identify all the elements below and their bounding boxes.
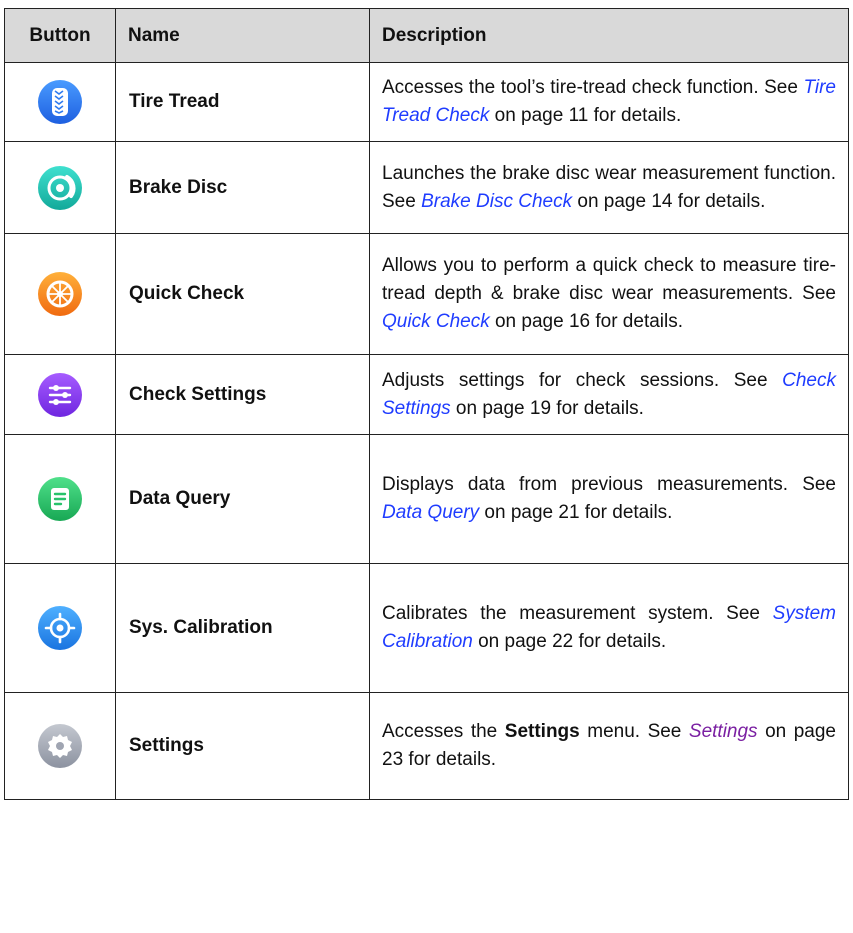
- row-description: Launches the brake disc wear measurement…: [369, 141, 849, 234]
- row-name: Settings: [115, 692, 370, 800]
- tire-tread-icon[interactable]: [37, 79, 83, 125]
- row-name: Tire Tread: [115, 62, 370, 142]
- table-row: Brake Disc Launches the brake disc wear …: [4, 141, 849, 234]
- button-description-table: Button Name Description Tire Tread Acces…: [4, 8, 849, 800]
- table-row: Tire Tread Accesses the tool’s tire-trea…: [4, 62, 849, 142]
- row-name: Quick Check: [115, 233, 370, 355]
- row-name: Check Settings: [115, 354, 370, 435]
- row-name: Data Query: [115, 434, 370, 564]
- row-description: Adjusts settings for check sessions. See…: [369, 354, 849, 435]
- row-description: Accesses the tool’s tire-tread check fun…: [369, 62, 849, 142]
- sys-calibration-icon[interactable]: [37, 605, 83, 651]
- doc-link[interactable]: Settings: [689, 721, 758, 742]
- brake-disc-icon[interactable]: [37, 165, 83, 211]
- header-description: Description: [369, 8, 849, 63]
- header-button: Button: [4, 8, 116, 63]
- table-row: Check Settings Adjusts settings for chec…: [4, 354, 849, 435]
- header-name: Name: [115, 8, 370, 63]
- settings-gear-icon[interactable]: [37, 723, 83, 769]
- row-name: Sys. Calibration: [115, 563, 370, 693]
- table-row: Quick Check Allows you to perform a quic…: [4, 233, 849, 355]
- check-settings-icon[interactable]: [37, 372, 83, 418]
- row-description: Displays data from previous measurements…: [369, 434, 849, 564]
- data-query-icon[interactable]: [37, 476, 83, 522]
- doc-link[interactable]: Brake Disc Check: [421, 191, 572, 212]
- table-row: Settings Accesses the Settings menu. See…: [4, 692, 849, 800]
- row-description: Accesses the Settings menu. See Settings…: [369, 692, 849, 800]
- doc-link[interactable]: Quick Check: [382, 311, 490, 332]
- row-description: Allows you to perform a quick check to m…: [369, 233, 849, 355]
- header-row: Button Name Description: [4, 8, 849, 63]
- row-description: Calibrates the measurement system. See S…: [369, 563, 849, 693]
- doc-link[interactable]: Data Query: [382, 502, 479, 523]
- row-name: Brake Disc: [115, 141, 370, 234]
- table-row: Data Query Displays data from previous m…: [4, 434, 849, 564]
- table-row: Sys. Calibration Calibrates the measurem…: [4, 563, 849, 693]
- quick-check-icon[interactable]: [37, 271, 83, 317]
